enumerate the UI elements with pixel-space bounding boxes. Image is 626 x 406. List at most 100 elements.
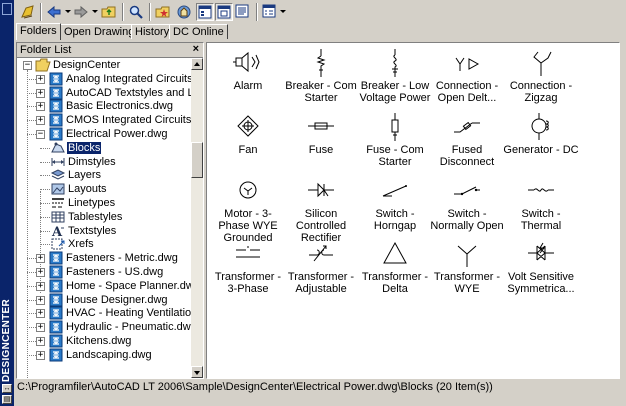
tree-item[interactable]: + HVAC - Heating Ventilation Air C [17, 306, 191, 320]
block-item[interactable]: Connection - Open Delt... [429, 48, 505, 108]
tree-item[interactable]: + Home - Space Planner.dwg [17, 279, 191, 293]
tree-item[interactable]: Linetypes [17, 196, 191, 210]
xrefs-icon [50, 237, 66, 251]
folder-tree[interactable]: − DesignCenter + Analog Integrated Circuits… [17, 58, 191, 378]
tree-item[interactable]: + Basic Electronics.dwg [17, 99, 191, 113]
properties-button[interactable]: ▤ [2, 395, 12, 404]
scroll-down-button[interactable] [191, 366, 203, 378]
auto-hide-button[interactable]: ↔ [2, 384, 12, 393]
tree-expander-icon[interactable]: − [36, 130, 45, 139]
tab-folders[interactable]: Folders [16, 23, 61, 40]
tree-expander-icon[interactable]: + [36, 254, 45, 264]
scroll-up-button[interactable] [191, 58, 203, 70]
palette-grip-icon[interactable] [2, 3, 12, 15]
tree-item[interactable]: Blocks [17, 141, 191, 155]
block-item[interactable]: Switch - Thermal [503, 176, 579, 236]
tree-expander-icon[interactable]: + [36, 268, 45, 277]
block-item[interactable]: Breaker - Com Starter [283, 48, 359, 108]
tree-item[interactable]: + House Designer.dwg [17, 293, 191, 307]
tree-expander-icon[interactable]: + [36, 323, 45, 333]
tab-history[interactable]: History [131, 24, 174, 39]
block-item[interactable]: Fan [210, 112, 286, 172]
views-button[interactable] [261, 3, 279, 21]
tree-item-label: DesignCenter [53, 59, 121, 71]
tree-item[interactable]: + Kitchens.dwg [17, 334, 191, 348]
open-folder-icon [35, 58, 51, 72]
block-item[interactable]: Volt Sensitive Symmetrica... [503, 239, 579, 299]
favorites-button[interactable] [154, 3, 172, 21]
back-dropdown-icon[interactable] [65, 10, 71, 13]
tree-expander-icon[interactable]: + [36, 116, 45, 126]
tree-item[interactable]: − Electrical Power.dwg [17, 127, 191, 141]
up-button[interactable] [100, 3, 118, 21]
scroll-thumb[interactable] [191, 142, 203, 178]
tree-expander-icon[interactable]: + [36, 281, 45, 291]
tree-view-toggle-button[interactable] [196, 3, 214, 21]
tree-item[interactable]: + AutoCAD Textstyles and Linetyp [17, 86, 191, 100]
tree-expander-icon[interactable]: − [23, 61, 32, 70]
tree-item-label: Tablestyles [68, 210, 123, 223]
tree-item[interactable]: A Textstyles [17, 224, 191, 240]
block-item[interactable]: Transformer - WYE [429, 239, 505, 299]
block-item[interactable]: Breaker - Low Voltage Power [357, 48, 433, 108]
tree-item[interactable]: + Fasteners - US.dwg [17, 265, 191, 279]
search-button[interactable] [127, 3, 145, 21]
block-label: Switch - Horngap [373, 208, 417, 232]
tree-expander-icon[interactable]: + [36, 309, 45, 319]
load-icon [21, 5, 34, 19]
folder-list-scrollbar[interactable] [191, 58, 203, 378]
tree-item[interactable]: − DesignCenter [17, 58, 191, 72]
home-button[interactable] [175, 3, 193, 21]
block-label: Generator - DC [503, 144, 579, 156]
block-item[interactable]: Generator - DC [503, 112, 579, 172]
tree-item[interactable]: Tablestyles [17, 210, 191, 224]
views-dropdown-icon[interactable] [280, 10, 286, 13]
forward-button[interactable] [72, 3, 90, 21]
tree-item-label: Xrefs [68, 238, 94, 251]
tree-expander-icon[interactable]: + [36, 295, 45, 305]
tree-item-label: Hydraulic - Pneumatic.dwg [66, 321, 191, 334]
tree-item[interactable]: + Fasteners - Metric.dwg [17, 251, 191, 265]
tree-item[interactable]: + Analog Integrated Circuits.dwg [17, 72, 191, 86]
tree-item[interactable]: + CMOS Integrated Circuits.dwg [17, 113, 191, 127]
tree-item[interactable]: Layouts [17, 182, 191, 196]
breaker-com-starter-symbol [316, 49, 326, 77]
block-item[interactable]: Switch - Normally Open [429, 176, 505, 236]
block-item[interactable]: Connection - Zigzag [503, 48, 579, 108]
block-item[interactable]: Alarm [210, 48, 286, 108]
tab-dc-online[interactable]: DC Online [169, 24, 228, 39]
block-item[interactable]: Fused Disconnect [429, 112, 505, 172]
block-item[interactable]: Fuse [283, 112, 359, 172]
tree-item[interactable]: Dimstyles [17, 155, 191, 169]
tree-expander-icon[interactable]: + [36, 350, 45, 360]
block-palette-content[interactable]: Alarm Breaker - Com Starter Breaker - Low … [206, 42, 620, 379]
description-button[interactable] [234, 3, 252, 21]
palette-title-bar[interactable]: DESIGNCENTER ↔ ▤ [0, 0, 14, 406]
block-item[interactable]: Transformer - Adjustable [283, 239, 359, 299]
dimstyles-icon [50, 155, 66, 169]
tree-expander-icon[interactable]: + [36, 74, 45, 84]
block-item[interactable]: Switch - Horngap [357, 176, 433, 236]
block-item[interactable]: Fuse - Com Starter [357, 112, 433, 172]
block-item[interactable]: Transformer - 3-Phase [210, 239, 286, 299]
tree-item[interactable]: + Landscaping.dwg [17, 348, 191, 362]
back-button[interactable] [45, 3, 63, 21]
drawing-icon [48, 99, 64, 113]
tree-view-icon [198, 5, 212, 19]
block-item[interactable]: Silicon Controlled Rectifier [283, 176, 359, 244]
close-icon[interactable]: × [193, 43, 199, 55]
load-button[interactable] [19, 3, 37, 21]
linetypes-icon [50, 196, 66, 210]
tree-expander-icon[interactable]: + [36, 102, 45, 112]
preview-button[interactable] [215, 3, 233, 21]
block-item[interactable]: Motor - 3-Phase WYE Grounded [210, 176, 286, 244]
tree-item[interactable]: + Hydraulic - Pneumatic.dwg [17, 320, 191, 334]
block-item[interactable]: Transformer - Delta [357, 239, 433, 299]
tree-expander-icon[interactable]: + [36, 88, 45, 98]
forward-dropdown-icon[interactable] [92, 10, 98, 13]
tree-item[interactable]: Xrefs [17, 237, 191, 251]
tree-item[interactable]: Layers [17, 168, 191, 182]
scr-symbol [308, 182, 334, 198]
tree-item-label: HVAC - Heating Ventilation Air C [66, 307, 191, 320]
tree-expander-icon[interactable]: + [36, 337, 45, 346]
